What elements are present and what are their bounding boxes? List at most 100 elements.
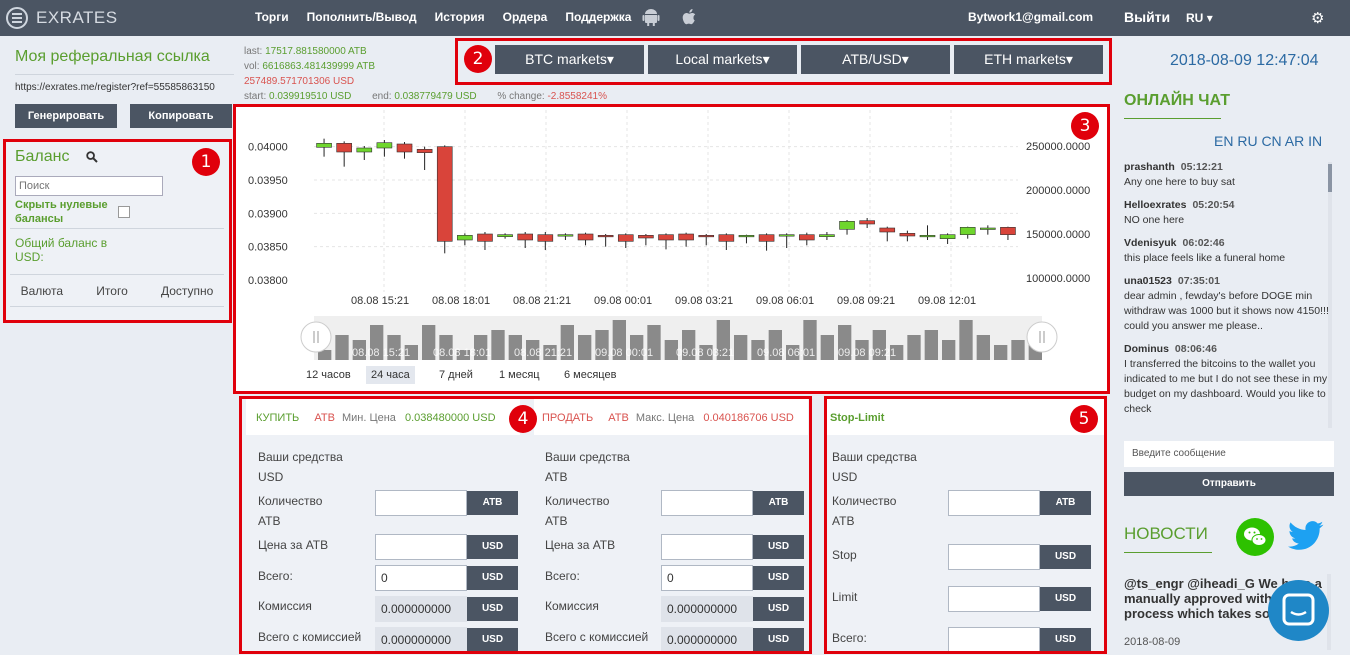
sl-total-input[interactable] xyxy=(948,627,1040,653)
divider xyxy=(15,74,234,75)
buy-price-input[interactable] xyxy=(375,534,467,560)
top-bar: EXRATES Торги Пополнить/Вывод История Ор… xyxy=(0,0,1350,36)
user-email[interactable]: Bytwork1@gmail.com xyxy=(968,10,1093,24)
chat-scrollbar-track[interactable] xyxy=(1328,162,1332,428)
annotation-badge-2: 2 xyxy=(464,45,492,73)
twitter-icon[interactable] xyxy=(1288,520,1324,552)
nav-history[interactable]: История xyxy=(435,10,485,24)
candle-body xyxy=(517,233,534,241)
chat-user: una01523 xyxy=(1124,275,1172,287)
language-select[interactable]: RU ▾ xyxy=(1186,11,1213,25)
candle-body xyxy=(1000,227,1016,235)
btc-markets-button[interactable]: BTC markets▾ xyxy=(495,45,644,74)
caret-down-icon: ▾ xyxy=(762,51,770,67)
nav-deposit-withdraw[interactable]: Пополнить/Вывод xyxy=(307,10,417,24)
chevron-down-icon: ▾ xyxy=(1206,11,1213,25)
referral-link[interactable]: https://exrates.me/register?ref=55585863… xyxy=(15,82,234,93)
buy-qty-asset: ATB xyxy=(258,514,281,528)
eth-markets-button[interactable]: ETH markets▾ xyxy=(954,45,1103,74)
chat-message: una01523 07:35:01 dear admin , fewday's be… xyxy=(1124,274,1330,334)
apple-icon[interactable] xyxy=(681,8,699,26)
volume-bar xyxy=(959,320,973,360)
max-price-value[interactable]: 0.040186706 USD xyxy=(703,412,794,424)
candle-body xyxy=(416,149,433,153)
chat-message: Dominus 08:06:46 I transferred the bitcoin… xyxy=(1124,342,1330,417)
chat-messages[interactable]: prashanth 05:12:21 Any one here to buy sat… xyxy=(1124,160,1330,430)
candle-body xyxy=(758,234,775,242)
candle-body xyxy=(638,235,654,239)
candle-body xyxy=(859,220,875,225)
volume-tick-label: 250000.0000 xyxy=(1026,141,1090,153)
caret-down-icon: ▾ xyxy=(901,51,909,67)
chat-message: prashanth 05:12:21 Any one here to buy sat xyxy=(1124,160,1330,190)
price-tick-label: 0.03800 xyxy=(248,275,288,287)
chat-user: prashanth xyxy=(1124,161,1175,173)
sl-limit-input[interactable] xyxy=(948,586,1040,612)
timeframe-1m[interactable]: 1 месяц xyxy=(494,366,545,384)
sell-total-fee-label: Всего с комиссией xyxy=(545,630,649,644)
chat-language-tabs[interactable]: EN RU CN AR IN xyxy=(1214,133,1322,149)
send-button[interactable]: Отправить xyxy=(1124,472,1334,496)
balance-search-input[interactable] xyxy=(15,176,163,196)
sell-total-unit: USD xyxy=(753,566,804,590)
candlestick-chart[interactable]: 0.04000 0.03950 0.03900 0.03850 0.03800 25000… xyxy=(236,106,1108,392)
logo-text: EXRATES xyxy=(36,8,118,27)
logo[interactable]: EXRATES xyxy=(6,7,118,29)
atb-usd-label: ATB/USD xyxy=(842,51,902,67)
hide-zero-label: Скрыть нулевые балансы xyxy=(15,199,108,225)
generate-button[interactable]: Генерировать xyxy=(15,104,117,128)
timeframe-12h[interactable]: 12 часов xyxy=(301,366,356,384)
buy-total-input[interactable]: 0 xyxy=(375,565,467,591)
col-currency[interactable]: Валюта xyxy=(21,284,63,298)
sell-funds-label: Ваши средства xyxy=(545,450,630,464)
navigator-label: 08.08 21:21 xyxy=(514,347,572,359)
candle-body xyxy=(457,235,473,241)
time-tick-label: 09.08 06:01 xyxy=(756,295,814,307)
buy-quantity-unit: ATB xyxy=(467,491,518,515)
volume-bar xyxy=(578,335,592,360)
col-total[interactable]: Итого xyxy=(96,284,127,298)
timeframe-6m[interactable]: 6 месяцев xyxy=(559,366,621,384)
price-tick-label: 0.03900 xyxy=(248,208,288,220)
price-tick-label: 0.03950 xyxy=(248,175,288,187)
news-item-date: 2018-08-09 xyxy=(1124,636,1181,648)
support-chat-button[interactable] xyxy=(1268,580,1329,641)
divider xyxy=(10,306,224,307)
chat-title: ОНЛАЙН ЧАТ xyxy=(1124,92,1231,109)
sl-stop-input[interactable] xyxy=(948,544,1040,570)
volume-bar xyxy=(335,335,349,360)
local-markets-label: Local markets xyxy=(675,51,763,67)
nav-orders[interactable]: Ордера xyxy=(503,10,548,24)
candle-body xyxy=(678,233,694,241)
annotation-badge-1: 1 xyxy=(192,148,220,176)
news-title: НОВОСТИ xyxy=(1124,524,1208,543)
timeframe-24h[interactable]: 24 часа xyxy=(366,366,415,384)
sl-stop-unit: USD xyxy=(1040,545,1091,569)
buy-quantity-input[interactable] xyxy=(375,490,467,516)
volume-tick-label: 200000.0000 xyxy=(1026,185,1090,197)
candle-body xyxy=(899,233,916,237)
nav-trade[interactable]: Торги xyxy=(255,10,289,24)
sell-price-input[interactable] xyxy=(661,534,753,560)
chat-scrollbar-thumb[interactable] xyxy=(1328,164,1332,192)
atb-usd-button[interactable]: ATB/USD▾ xyxy=(801,45,950,74)
volume-bar xyxy=(942,340,956,360)
chat-message: Helloexrates 05:20:54 NO one here xyxy=(1124,198,1330,228)
copy-button[interactable]: Копировать xyxy=(130,104,232,128)
local-markets-button[interactable]: Local markets▾ xyxy=(648,45,797,74)
sell-total-input[interactable]: 0 xyxy=(661,565,753,591)
sl-quantity-input[interactable] xyxy=(948,490,1040,516)
logout-link[interactable]: Выйти xyxy=(1124,9,1170,25)
min-price-value[interactable]: 0.038480000 USD xyxy=(405,412,496,424)
time-tick-label: 08.08 18:01 xyxy=(432,295,490,307)
chat-message-input[interactable]: Введите сообщение xyxy=(1124,441,1334,467)
wechat-icon[interactable] xyxy=(1236,518,1274,556)
hide-zero-checkbox[interactable] xyxy=(118,206,130,218)
sell-quantity-input[interactable] xyxy=(661,490,753,516)
col-available[interactable]: Доступно xyxy=(161,284,213,298)
search-icon[interactable] xyxy=(86,151,98,163)
nav-support[interactable]: Поддержка xyxy=(565,10,631,24)
gear-icon[interactable]: ⚙ xyxy=(1311,9,1324,27)
timeframe-7d[interactable]: 7 дней xyxy=(434,366,478,384)
android-icon[interactable] xyxy=(642,8,660,26)
